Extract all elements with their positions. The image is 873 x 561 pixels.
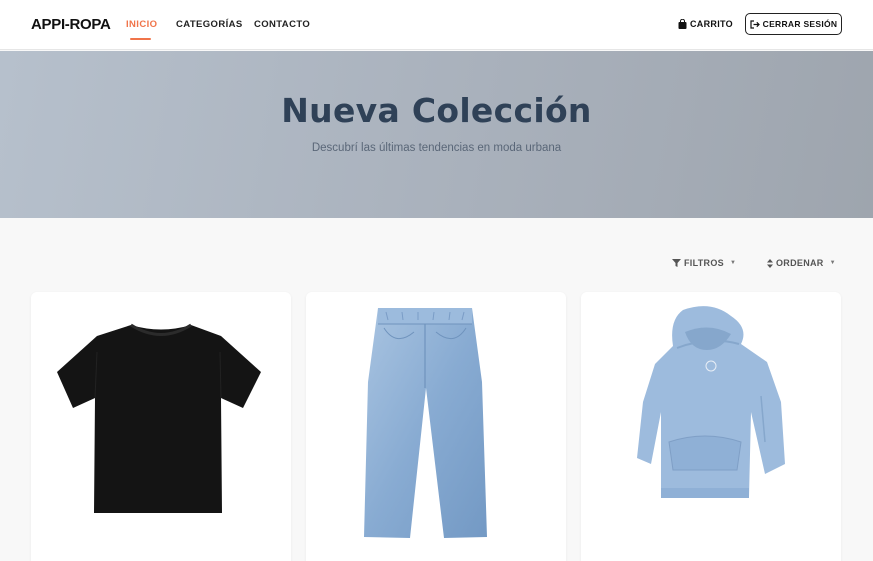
product-image-black-tshirt xyxy=(57,323,261,513)
chevron-down-icon: ▼ xyxy=(829,260,836,266)
filters-label: FILTROS xyxy=(684,258,724,268)
product-image-light-blue-hoodie xyxy=(637,306,785,498)
hero-banner: Nueva Colección Descubrí las últimas ten… xyxy=(0,51,873,218)
nav-link-inicio[interactable]: INICIO xyxy=(126,19,157,30)
product-card[interactable] xyxy=(581,292,841,561)
logout-button[interactable]: CERRAR SESIÓN xyxy=(745,13,842,35)
product-image-light-blue-jeans xyxy=(364,308,487,538)
nav-link-categorias[interactable]: CATEGORÍAS xyxy=(176,19,243,30)
nav-link-contacto[interactable]: CONTACTO xyxy=(254,19,310,30)
sign-out-icon xyxy=(750,19,760,29)
active-nav-indicator xyxy=(130,38,151,40)
filters-dropdown[interactable]: FILTROS ▼ xyxy=(672,258,736,268)
cart-label: CARRITO xyxy=(690,19,733,29)
sort-icon xyxy=(767,258,773,268)
logout-label: CERRAR SESIÓN xyxy=(762,19,838,29)
chevron-down-icon: ▼ xyxy=(729,260,737,266)
product-card[interactable] xyxy=(31,292,291,561)
sort-label: ORDENAR xyxy=(776,258,824,268)
sort-dropdown[interactable]: ORDENAR ▼ xyxy=(767,258,836,268)
hero-subtitle: Descubrí las últimas tendencias en moda … xyxy=(311,142,562,154)
hero-title: Nueva Colección xyxy=(281,91,592,130)
navbar: APPI-ROPA INICIO CATEGORÍAS CONTACTO CAR… xyxy=(0,0,873,50)
brand-logo[interactable]: APPI-ROPA xyxy=(31,16,111,33)
shopping-bag-icon xyxy=(678,19,687,29)
filter-icon xyxy=(672,259,681,267)
cart-link[interactable]: CARRITO xyxy=(678,19,733,29)
product-card[interactable] xyxy=(306,292,566,561)
